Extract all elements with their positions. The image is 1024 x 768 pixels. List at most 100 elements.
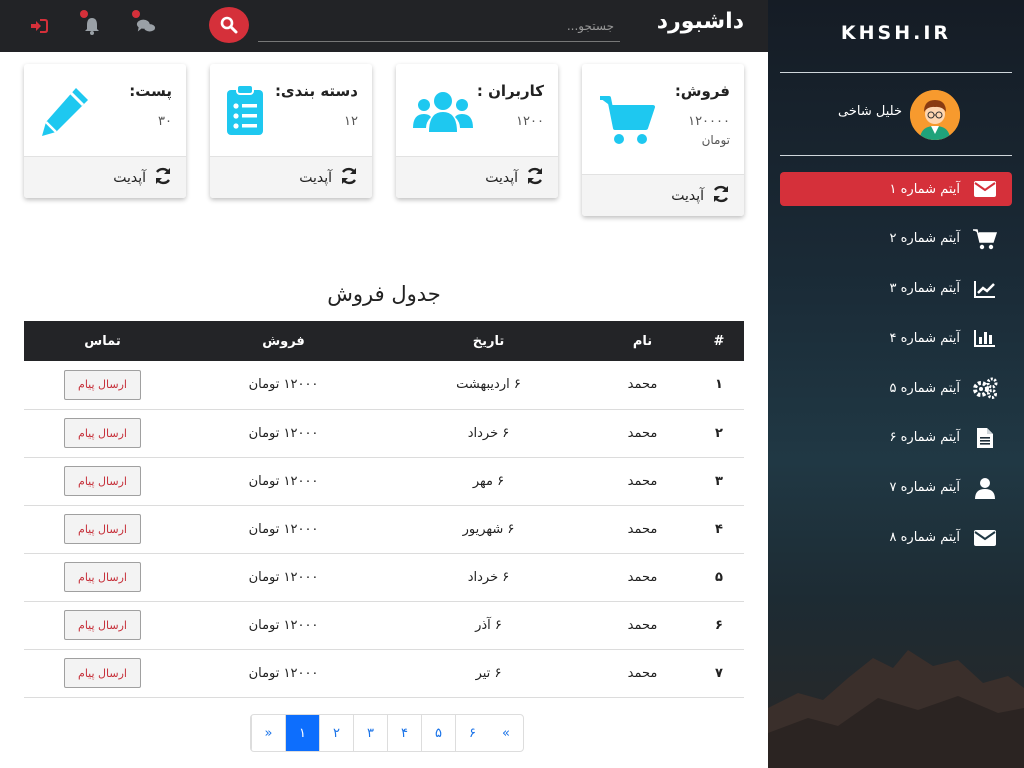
- table-row: ۵ محمد ۶ خرداد ۱۲۰۰۰ تومان ارسال پیام: [24, 553, 744, 601]
- search-icon: [220, 16, 238, 34]
- sidebar-nav: آیتم شماره ۱ آیتم شماره ۲ آیتم شماره ۳ آ…: [780, 172, 1012, 570]
- row-action: ارسال پیام: [24, 457, 181, 505]
- bell-icon[interactable]: [80, 10, 102, 36]
- row-action: ارسال پیام: [24, 649, 181, 697]
- table-row: ۳ محمد ۶ مهر ۱۲۰۰۰ تومان ارسال پیام: [24, 457, 744, 505]
- update-button[interactable]: آپدیت: [24, 156, 186, 198]
- pencil-icon: [38, 84, 92, 142]
- card-title: فروش:: [674, 82, 730, 100]
- sales-card: فروش: ۱۲۰۰۰۰ تومان آپدیت: [582, 64, 744, 216]
- send-message-button[interactable]: ارسال پیام: [64, 369, 141, 400]
- sidebar-item-label: آیتم شماره ۲: [889, 231, 960, 247]
- table-header-row: # نام تاریخ فروش تماس: [24, 321, 744, 361]
- search-input[interactable]: [258, 10, 620, 42]
- row-sale: ۱۲۰۰۰ تومان: [248, 425, 319, 441]
- column-header: تاریخ: [472, 333, 505, 349]
- search-button[interactable]: [209, 7, 249, 43]
- topbar: داشبورد: [0, 0, 768, 52]
- sidebar-item-5[interactable]: آیتم شماره ۵: [780, 371, 1012, 405]
- posts-card: پست: ۳۰ آپدیت: [24, 64, 186, 198]
- card-title: کاربران :: [476, 82, 544, 100]
- pagination-page[interactable]: ۲: [319, 715, 353, 751]
- row-date: ۶ خرداد: [467, 569, 510, 585]
- sidebar-item-6[interactable]: آیتم شماره ۶: [780, 421, 1012, 455]
- brand-logo[interactable]: KHSH.IR: [768, 22, 1024, 44]
- card-value: ۱۲۰۰۰۰: [688, 114, 730, 129]
- refresh-icon: [154, 167, 172, 189]
- chat-icon[interactable]: [132, 10, 156, 36]
- row-date: ۶ تیر: [475, 665, 502, 681]
- column-header: #: [713, 333, 725, 349]
- pagination-page[interactable]: ۴: [387, 715, 421, 751]
- send-message-button[interactable]: ارسال پیام: [64, 610, 141, 640]
- update-button[interactable]: آپدیت: [210, 156, 372, 198]
- send-message-button[interactable]: ارسال پیام: [64, 562, 141, 592]
- sidebar-item-2[interactable]: آیتم شماره ۲: [780, 222, 1012, 256]
- mountain-background: [768, 650, 1024, 768]
- table-row: ۴ محمد ۶ شهریور ۱۲۰۰۰ تومان ارسال پیام: [24, 505, 744, 553]
- card-value: ۱۲: [344, 114, 358, 129]
- divider: [780, 72, 1012, 73]
- pagination-page[interactable]: ۱: [285, 715, 319, 751]
- bar-chart-icon: [972, 327, 998, 349]
- pagination-page[interactable]: ۳: [353, 715, 387, 751]
- user-profile[interactable]: خلیل شاخی: [780, 90, 960, 140]
- user-icon: [972, 477, 998, 499]
- pagination: « ۱ ۲ ۳ ۴ ۵ ۶ »: [250, 714, 524, 752]
- pagination-page[interactable]: ۶: [455, 715, 489, 751]
- notification-dot: [132, 10, 140, 18]
- envelope-icon: [972, 527, 998, 549]
- column-header: تماس: [84, 333, 121, 349]
- row-number: ۲: [715, 425, 723, 441]
- update-label: آپدیت: [113, 169, 146, 186]
- update-button[interactable]: آپدیت: [582, 174, 744, 216]
- send-message-button[interactable]: ارسال پیام: [64, 466, 141, 496]
- line-chart-icon: [972, 278, 998, 300]
- row-action: ارسال پیام: [24, 361, 181, 409]
- send-message-button[interactable]: ارسال پیام: [64, 514, 141, 544]
- refresh-icon: [340, 167, 358, 189]
- table-row: ۱ محمد ۶ اردیبهشت ۱۲۰۰۰ تومان ارسال پیام: [24, 361, 744, 409]
- sidebar-item-8[interactable]: آیتم شماره ۸: [780, 521, 1012, 555]
- clipboard-list-icon: [226, 84, 264, 140]
- send-message-button[interactable]: ارسال پیام: [64, 418, 141, 448]
- sidebar: KHSH.IR خلیل شاخی آیتم شماره ۱ آیتم شمار…: [768, 0, 1024, 768]
- sidebar-item-label: آیتم شماره ۸: [889, 530, 960, 546]
- sidebar-item-1[interactable]: آیتم شماره ۱: [780, 172, 1012, 206]
- table-row: ۷ محمد ۶ تیر ۱۲۰۰۰ تومان ارسال پیام: [24, 649, 744, 697]
- envelope-icon: [972, 178, 998, 200]
- table-row: ۲ محمد ۶ خرداد ۱۲۰۰۰ تومان ارسال پیام: [24, 409, 744, 457]
- refresh-icon: [526, 167, 544, 189]
- sidebar-item-7[interactable]: آیتم شماره ۷: [780, 471, 1012, 505]
- row-name: محمد: [627, 569, 658, 585]
- row-sale: ۱۲۰۰۰ تومان: [248, 473, 319, 489]
- sidebar-item-3[interactable]: آیتم شماره ۳: [780, 272, 1012, 306]
- row-date: ۶ مهر: [472, 473, 505, 489]
- card-unit: تومان: [701, 133, 730, 147]
- logout-icon[interactable]: [29, 16, 49, 36]
- users-icon: [412, 90, 474, 138]
- row-action: ارسال پیام: [24, 409, 181, 457]
- sales-table: # نام تاریخ فروش تماس ۱ محمد ۶ اردیبهشت …: [24, 321, 744, 698]
- refresh-icon: [712, 185, 730, 207]
- update-label: آپدیت: [671, 187, 704, 204]
- update-button[interactable]: آپدیت: [396, 156, 558, 198]
- update-label: آپدیت: [299, 169, 332, 186]
- send-message-button[interactable]: ارسال پیام: [64, 658, 141, 688]
- row-sale: ۱۲۰۰۰ تومان: [248, 665, 319, 681]
- row-name: محمد: [627, 473, 658, 489]
- row-sale: ۱۲۰۰۰ تومان: [248, 617, 319, 633]
- pagination-page[interactable]: ۵: [421, 715, 455, 751]
- users-card: کاربران : ۱۲۰۰ آپدیت: [396, 64, 558, 198]
- file-icon: [972, 427, 998, 449]
- sidebar-item-4[interactable]: آیتم شماره ۴: [780, 321, 1012, 355]
- pagination-prev[interactable]: «: [251, 715, 285, 751]
- row-number: ۵: [715, 569, 723, 585]
- row-number: ۳: [715, 473, 723, 489]
- categories-card: دسته بندی: ۱۲ آپدیت: [210, 64, 372, 198]
- row-name: محمد: [627, 425, 658, 441]
- pagination-next[interactable]: »: [489, 715, 523, 751]
- card-value: ۱۲۰۰: [516, 114, 544, 129]
- row-date: ۶ آذر: [475, 617, 502, 633]
- avatar: [910, 90, 960, 140]
